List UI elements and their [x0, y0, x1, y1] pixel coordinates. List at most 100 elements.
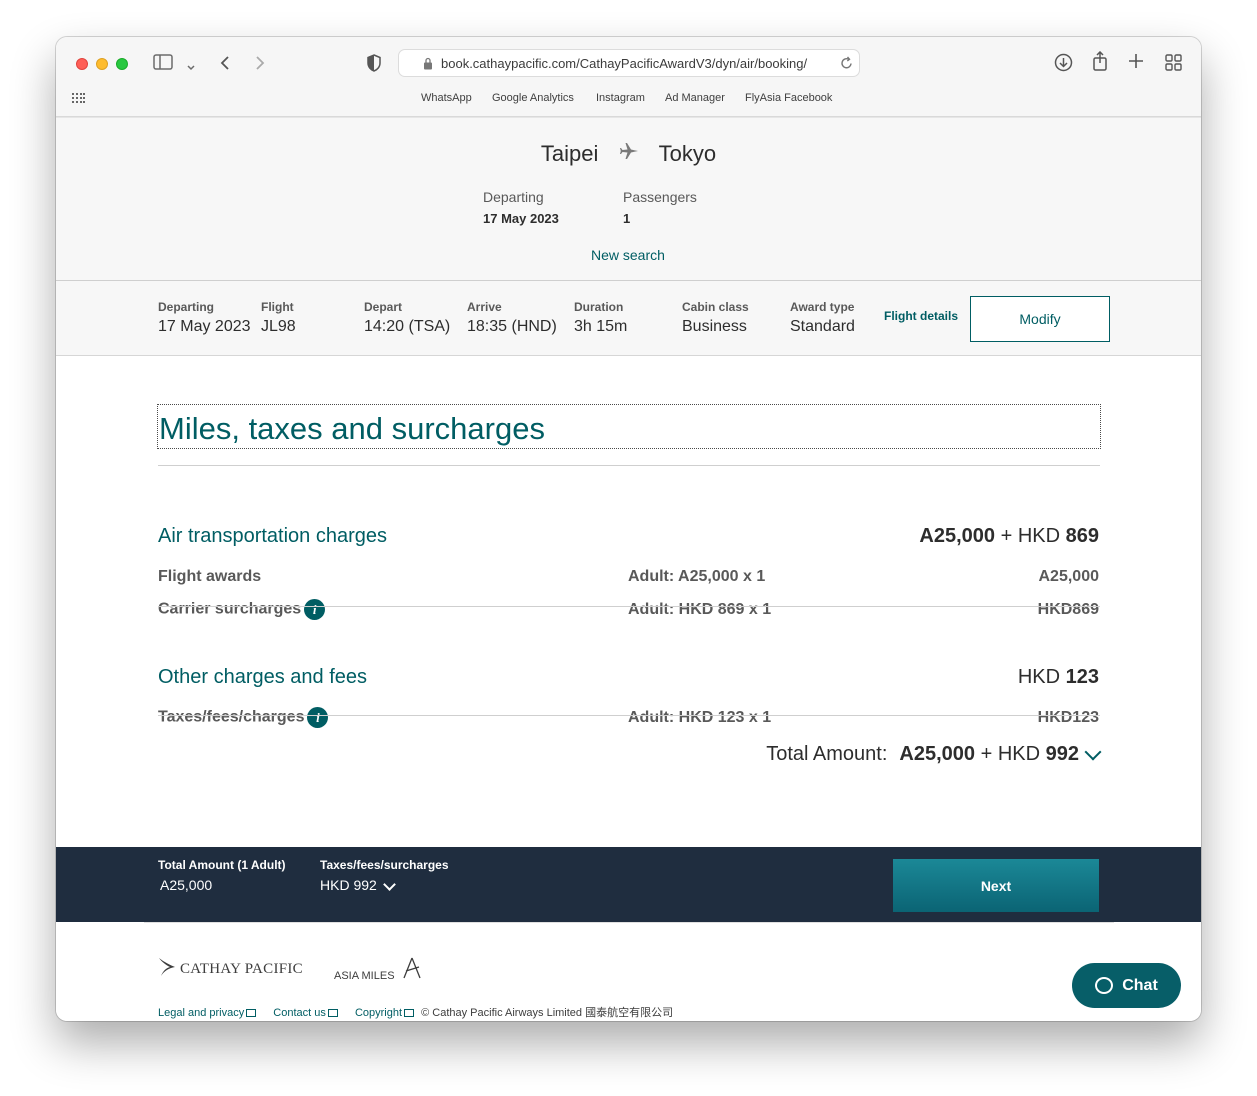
- search-summary: Taipei Tokyo Departing 17 May 2023 Passe…: [56, 117, 1201, 281]
- contact-us-link[interactable]: Contact us: [273, 1007, 326, 1019]
- summary-cabin-label: Cabin class: [682, 300, 749, 314]
- divider: [158, 606, 1100, 607]
- chevron-down-icon[interactable]: [382, 877, 396, 891]
- forward-arrow-icon[interactable]: [254, 55, 266, 74]
- bookmark-whatsapp[interactable]: WhatsApp: [421, 92, 472, 104]
- privacy-shield-icon[interactable]: [367, 54, 381, 75]
- close-window-button[interactable]: [76, 58, 88, 70]
- divider: [158, 465, 1100, 466]
- other-total-prefix: HKD: [1017, 666, 1061, 688]
- back-arrow-icon[interactable]: [219, 55, 231, 74]
- new-search-link[interactable]: New search: [591, 247, 665, 263]
- passengers-count: 1: [623, 211, 631, 226]
- other-charges-total: HKD 123: [1018, 666, 1099, 689]
- minimize-window-button[interactable]: [96, 58, 108, 70]
- summary-departing-label: Departing: [158, 300, 215, 314]
- air-total-miles: A25,000: [919, 525, 996, 547]
- charges-heading-box: Miles, taxes and surcharges: [157, 404, 1101, 449]
- bookmark-google-analytics[interactable]: Google Analytics: [492, 92, 574, 104]
- total-plus: + HKD: [980, 743, 1041, 765]
- route-title: Taipei Tokyo: [56, 140, 1201, 167]
- new-tab-plus-icon[interactable]: [1128, 53, 1144, 72]
- taxes-fees-row: Taxes/fees/charges i: [158, 707, 329, 728]
- carrier-surcharges-detail: Adult: HKD 869 x 1: [628, 601, 772, 618]
- booking-page: Taipei Tokyo Departing 17 May 2023 Passe…: [56, 117, 1201, 1021]
- summary-depart-value: 14:20 (TSA): [364, 318, 451, 335]
- origin-city: Taipei: [540, 141, 599, 167]
- bar-total-value: A25,000: [160, 877, 213, 893]
- modify-button[interactable]: Modify: [970, 296, 1110, 342]
- summary-depart-label: Depart: [364, 300, 403, 314]
- address-bar[interactable]: book.cathaypacific.com/CathayPacificAwar…: [398, 49, 860, 77]
- asia-miles-logo[interactable]: ASIA MILES: [334, 957, 422, 982]
- tab-overview-icon[interactable]: [1165, 54, 1182, 74]
- carrier-surcharges-row: Carrier surcharges i: [158, 599, 326, 620]
- lock-icon: [423, 57, 433, 75]
- share-icon[interactable]: [1092, 50, 1108, 74]
- browser-window: book.cathaypacific.com/CathayPacificAwar…: [56, 37, 1201, 1021]
- flight-awards-label: Flight awards: [158, 568, 262, 585]
- browser-toolbar: book.cathaypacific.com/CathayPacificAwar…: [56, 37, 1201, 117]
- price-bar: Total Amount (1 Adult) A25,000 Taxes/fee…: [56, 847, 1201, 922]
- screenshot-stage: book.cathaypacific.com/CathayPacificAwar…: [0, 0, 1257, 1096]
- cathay-pacific-logo[interactable]: CATHAY PACIFIC: [158, 957, 303, 982]
- departing-label: Departing: [483, 189, 544, 205]
- summary-duration-value: 3h 15m: [574, 318, 628, 335]
- url-text: book.cathaypacific.com/CathayPacificAwar…: [441, 56, 808, 71]
- flight-details-link[interactable]: Flight details: [884, 309, 958, 323]
- footer-divider: [144, 922, 1114, 923]
- chevron-down-icon[interactable]: [1084, 743, 1102, 760]
- air-total-plus: + HKD: [1000, 525, 1061, 547]
- sidebar-toggle-icon[interactable]: [153, 54, 173, 73]
- other-charges-title: Other charges and fees: [158, 666, 368, 688]
- air-transportation-title: Air transportation charges: [158, 525, 388, 547]
- departing-date: 17 May 2023: [483, 211, 559, 226]
- summary-flight-label: Flight: [261, 300, 294, 314]
- summary-award-value: Standard: [790, 318, 855, 335]
- bar-taxes-toggle[interactable]: HKD 992: [320, 877, 396, 893]
- divider: [158, 715, 1100, 716]
- chat-label: Chat: [1122, 976, 1158, 994]
- bar-taxes-value: HKD 992: [320, 877, 377, 893]
- total-amount-line: Total Amount: A25,000 + HKD 992: [766, 743, 1102, 766]
- charges-heading: Miles, taxes and surcharges: [159, 411, 545, 446]
- carrier-surcharges-amount: HKD869: [1037, 601, 1099, 618]
- bookmark-flyasia-facebook[interactable]: FlyAsia Facebook: [745, 92, 832, 104]
- bar-taxes-label: Taxes/fees/surcharges: [320, 858, 449, 872]
- flight-summary-bar: Departing 17 May 2023 Flight JL98 Depart…: [56, 281, 1201, 356]
- chevron-down-icon[interactable]: [186, 57, 196, 75]
- total-hkd: 992: [1045, 743, 1079, 765]
- asia-miles-icon: [402, 957, 422, 982]
- bookmark-ad-manager[interactable]: Ad Manager: [665, 92, 725, 104]
- asia-miles-logo-text: ASIA MILES: [334, 970, 395, 982]
- info-icon[interactable]: i: [307, 707, 329, 728]
- copyright-link[interactable]: Copyright: [355, 1007, 402, 1019]
- total-amount-label: Total Amount:: [766, 743, 888, 765]
- bookmark-instagram[interactable]: Instagram: [596, 92, 645, 104]
- apps-grid-icon[interactable]: [72, 93, 85, 107]
- air-transportation-total: A25,000 + HKD 869: [919, 525, 1099, 548]
- chat-bubble-icon: [1095, 977, 1114, 994]
- bar-total-label: Total Amount (1 Adult): [158, 858, 286, 872]
- taxes-fees-detail: Adult: HKD 123 x 1: [628, 709, 772, 726]
- other-total-hkd: 123: [1065, 666, 1099, 688]
- summary-award-label: Award type: [790, 300, 855, 314]
- air-total-hkd: 869: [1065, 525, 1099, 547]
- info-icon[interactable]: i: [304, 599, 326, 620]
- legal-privacy-link[interactable]: Legal and privacy: [158, 1007, 244, 1019]
- summary-duration-label: Duration: [574, 300, 624, 314]
- brushwing-icon: [158, 957, 176, 982]
- downloads-icon[interactable]: [1054, 53, 1073, 75]
- passengers-label: Passengers: [623, 189, 697, 205]
- summary-flight-value: JL98: [261, 318, 296, 335]
- summary-arrive-label: Arrive: [467, 300, 502, 314]
- reload-icon[interactable]: [840, 56, 853, 75]
- flight-awards-detail: Adult: A25,000 x 1: [628, 568, 766, 585]
- chat-button[interactable]: Chat: [1072, 963, 1181, 1008]
- destination-city: Tokyo: [658, 141, 717, 167]
- taxes-fees-label: Taxes/fees/charges: [158, 708, 305, 726]
- summary-departing-value: 17 May 2023: [158, 318, 251, 335]
- summary-arrive-value: 18:35 (HND): [467, 318, 557, 335]
- zoom-window-button[interactable]: [116, 58, 128, 70]
- next-button[interactable]: Next: [893, 859, 1099, 912]
